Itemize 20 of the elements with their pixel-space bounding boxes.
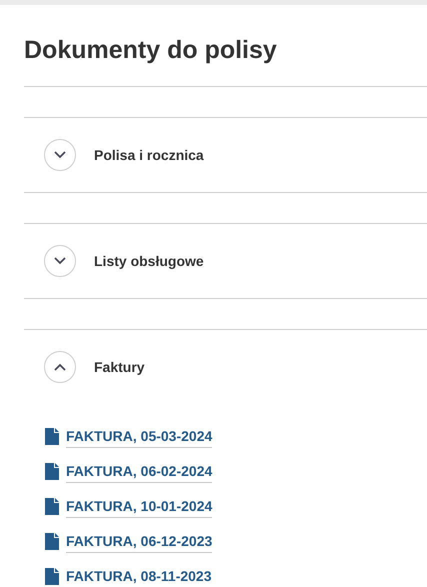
- document-icon: [45, 533, 59, 550]
- expand-toggle[interactable]: [44, 139, 76, 171]
- document-link[interactable]: FAKTURA, 06-02-2024: [66, 463, 212, 483]
- page-title: Dokumenty do polisy: [24, 5, 427, 87]
- document-link[interactable]: FAKTURA, 05-03-2024: [66, 428, 212, 448]
- document-icon: [45, 463, 59, 480]
- section-title[interactable]: Faktury: [94, 359, 145, 375]
- document-icon: [45, 568, 59, 585]
- document-link[interactable]: FAKTURA, 06-12-2023: [66, 533, 212, 553]
- section-title[interactable]: Listy obsługowe: [94, 253, 204, 269]
- chevron-up-icon: [54, 363, 66, 371]
- document-link[interactable]: FAKTURA, 08-11-2023: [66, 568, 212, 587]
- expand-toggle[interactable]: [44, 351, 76, 383]
- chevron-down-icon: [54, 257, 66, 265]
- document-icon: [45, 428, 59, 445]
- chevron-down-icon: [54, 151, 66, 159]
- expand-toggle[interactable]: [44, 245, 76, 277]
- section-title[interactable]: Polisa i rocznica: [94, 147, 204, 163]
- document-icon: [45, 498, 59, 515]
- document-link[interactable]: FAKTURA, 10-01-2024: [66, 498, 212, 518]
